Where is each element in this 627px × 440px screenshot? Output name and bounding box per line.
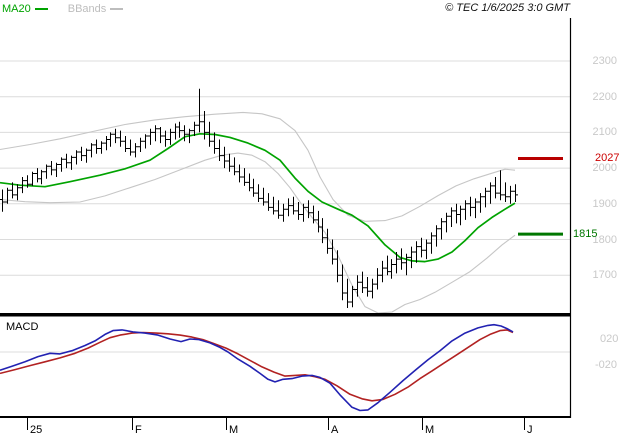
ma20-line-swatch-icon (34, 8, 48, 10)
time-axis-line (0, 416, 571, 418)
price-axis-label: 2200 (592, 90, 617, 103)
panel-separator (0, 313, 570, 317)
macd-panel-title: MACD (6, 321, 39, 333)
legend-bbands-label: BBands (67, 3, 107, 15)
copyright-notice: © TEC 1/6/2025 3:0 GMT (445, 2, 570, 14)
indicator-legend: MA20 BBands (2, 3, 137, 15)
price-axis-label: 1900 (592, 197, 617, 210)
month-tick-label: M (229, 424, 239, 436)
price-axis-label: 1700 (592, 269, 617, 282)
resistance-price-label: 2027 (595, 152, 620, 165)
ma20-line (0, 132, 516, 263)
month-tick-label: M (425, 424, 435, 436)
bollinger-lower-band-line (0, 152, 516, 314)
bollinger-upper-band-line (0, 111, 516, 222)
price-axis-label: 2100 (592, 126, 617, 139)
macd-axis-label: 020 (600, 333, 619, 345)
support-price-label: 1815 (573, 228, 598, 241)
macd-signal-line (0, 329, 514, 402)
legend-item-ma20: MA20 (2, 3, 48, 15)
month-tick-label: 25 (30, 424, 43, 436)
legend-item-bbands: BBands (68, 3, 124, 15)
legend-ma20-label: MA20 (2, 3, 31, 15)
month-tick-label: F (135, 424, 142, 436)
chart-canvas[interactable] (0, 0, 627, 440)
month-tick-label: J (527, 424, 533, 436)
month-tick-label: A (331, 424, 339, 436)
stock-chart-applet: MA20 BBands © TEC 1/6/2025 3:0 GMT MACD … (0, 0, 627, 440)
price-axis-label: 2300 (592, 55, 617, 67)
macd-axis-label: -020 (595, 359, 618, 371)
bbands-line-swatch-icon (110, 8, 124, 10)
